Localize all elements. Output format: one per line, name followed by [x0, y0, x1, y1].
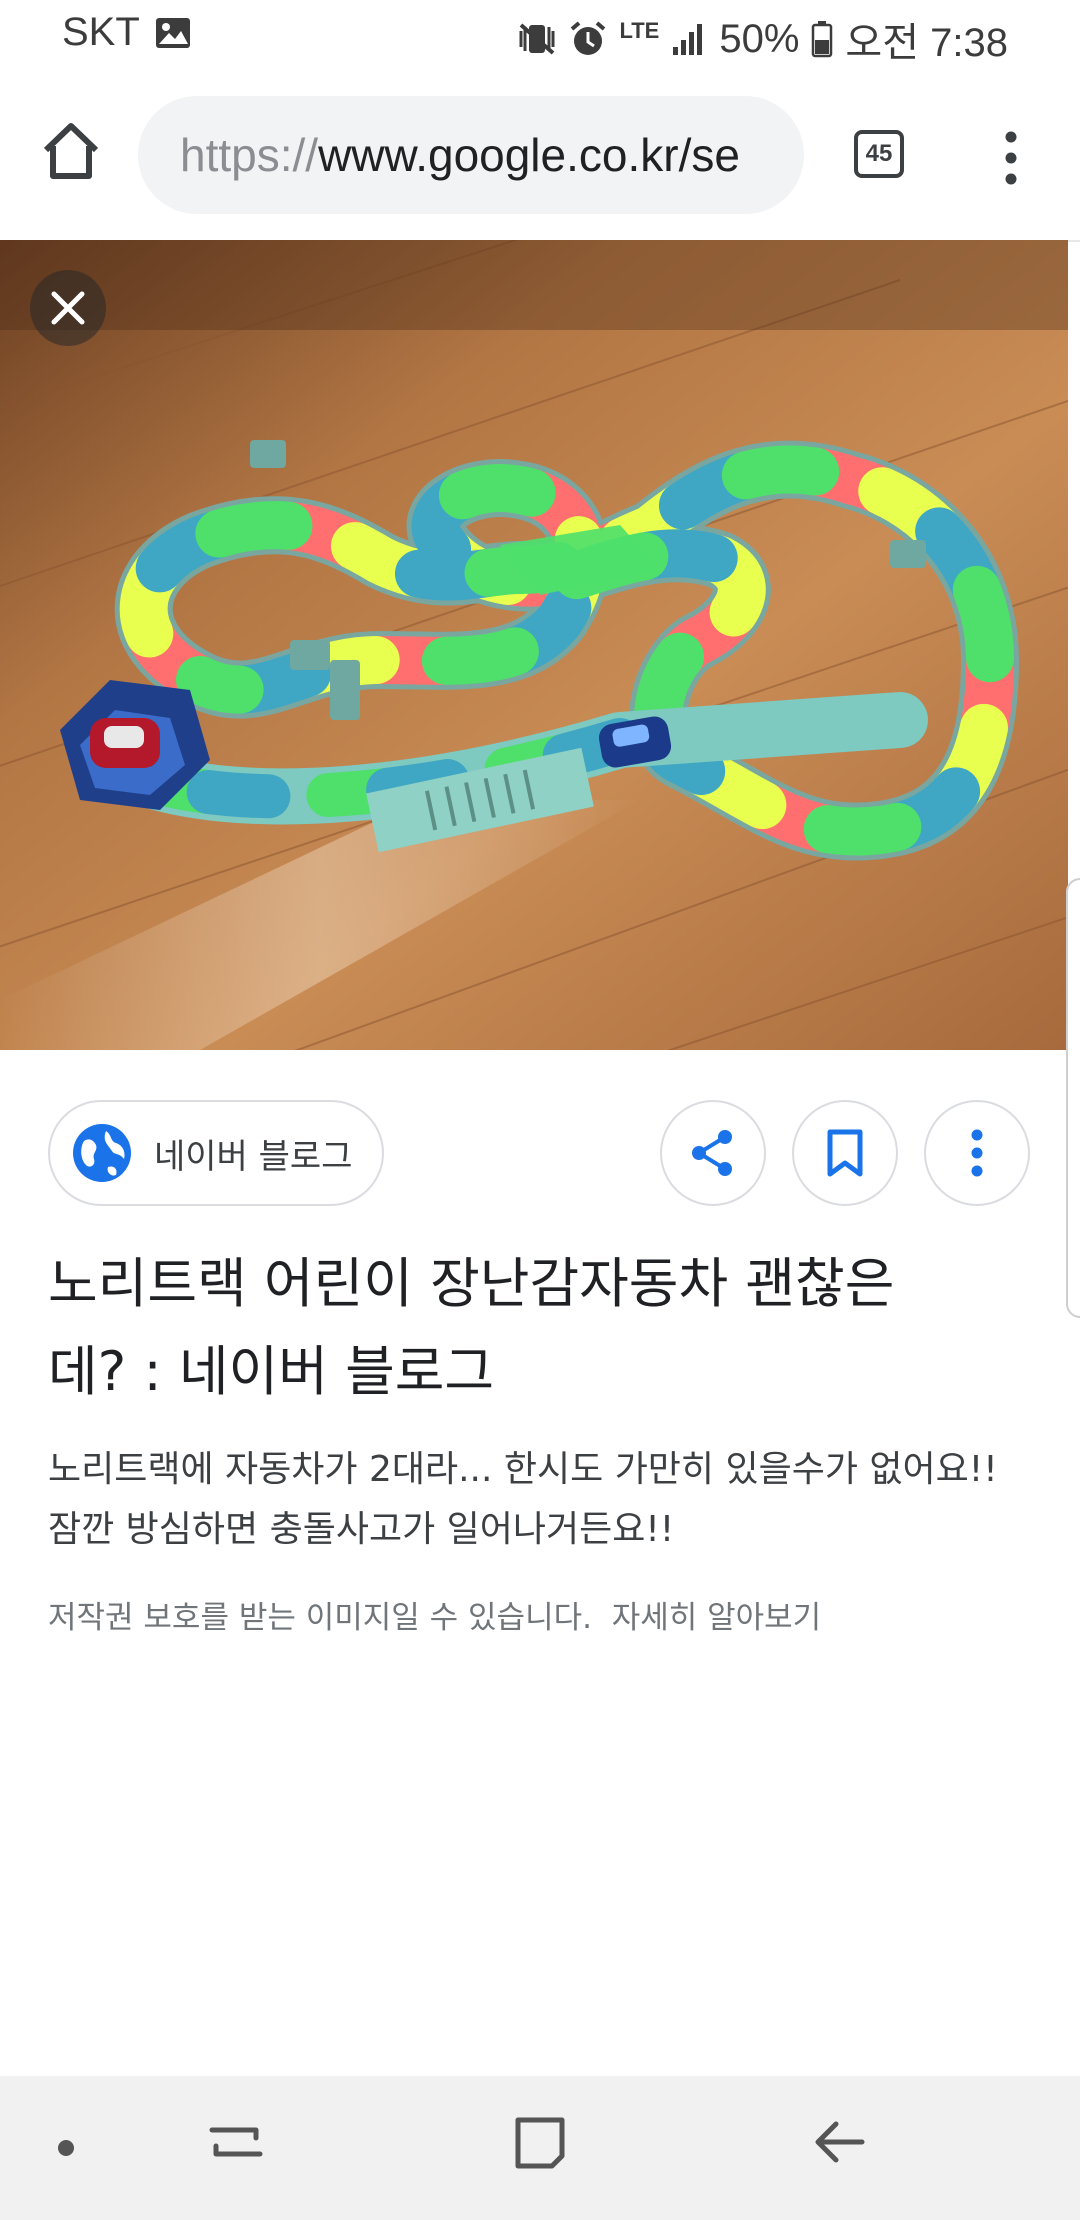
network-type-label: LTE	[619, 18, 660, 43]
url-scheme: https://	[180, 129, 319, 181]
close-preview-button[interactable]	[30, 270, 106, 346]
system-nav-bar	[0, 2076, 1080, 2220]
share-icon	[692, 1130, 732, 1176]
alarm-icon	[571, 21, 606, 55]
save-button[interactable]	[792, 1100, 898, 1206]
home-icon[interactable]	[38, 118, 104, 184]
close-icon	[51, 291, 85, 325]
url-host: www.google.co.kr/se	[318, 129, 740, 181]
result-title[interactable]: 노리트랙 어린이 장난감자동차 괜찮은데? : 네이버 블로그	[48, 1240, 948, 1416]
bookmark-icon	[827, 1129, 863, 1177]
race-track-photo	[0, 240, 1068, 1050]
address-bar[interactable]: https://www.google.co.kr/se	[138, 96, 804, 214]
carrier-label: SKT	[62, 10, 140, 54]
status-right: LTE 50% 오전 7:38	[517, 10, 1008, 68]
copyright-notice: 저작권 보호를 받는 이미지일 수 있습니다.	[48, 1600, 592, 1636]
url-text: https://www.google.co.kr/se	[138, 128, 740, 182]
image-preview[interactable]	[0, 240, 1068, 1050]
source-chip[interactable]: 네이버 블로그	[48, 1100, 384, 1206]
battery-icon	[812, 21, 833, 58]
share-button[interactable]	[660, 1100, 766, 1206]
gallery-notification-icon	[155, 17, 190, 48]
dot-indicator-icon	[58, 2140, 74, 2156]
red-car	[90, 718, 160, 768]
tab-count: 45	[865, 140, 893, 167]
status-bar: SKT LTE 50% 오전 7:38	[0, 0, 1080, 70]
globe-icon	[73, 1124, 131, 1182]
signal-icon	[673, 24, 703, 55]
status-left: SKT	[62, 10, 192, 55]
side-scroll-handle[interactable]	[1066, 878, 1080, 1318]
battery-percent: 50%	[719, 16, 800, 61]
clock: 오전 7:38	[845, 21, 1008, 65]
source-label: 네이버 블로그	[154, 1136, 353, 1177]
result-description: 노리트랙에 자동차가 2대라... 한시도 가만히 있을수가 없어요!! 잠깐 …	[48, 1449, 998, 1550]
home-nav-icon[interactable]	[510, 2112, 570, 2172]
learn-more-link[interactable]: 자세히 알아보기	[612, 1600, 822, 1636]
copyright-row: 저작권 보호를 받는 이미지일 수 있습니다. 자세히 알아보기	[48, 1592, 1038, 1637]
browser-toolbar: https://www.google.co.kr/se 45	[0, 70, 1080, 242]
tab-switcher-button[interactable]: 45	[854, 130, 904, 178]
more-vert-icon[interactable]	[996, 128, 1026, 188]
more-vert-icon	[971, 1129, 983, 1177]
more-options-button[interactable]	[924, 1100, 1030, 1206]
recent-apps-icon[interactable]	[206, 2112, 266, 2172]
back-icon[interactable]	[810, 2112, 870, 2172]
vibrate-mute-icon	[519, 23, 555, 55]
